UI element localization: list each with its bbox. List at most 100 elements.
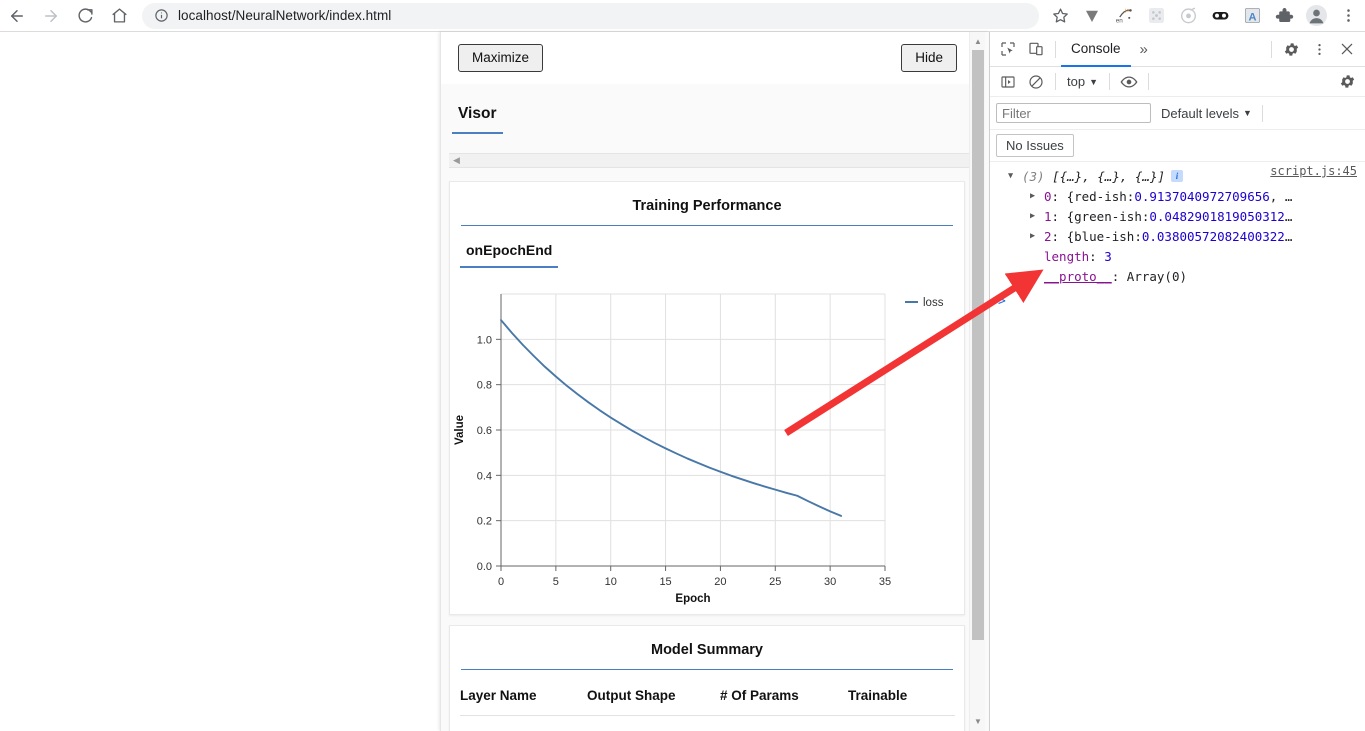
svg-text:A: A: [1248, 11, 1256, 23]
clear-console-icon[interactable]: [1022, 68, 1050, 96]
visor-vertical-scrollbar[interactable]: ▲ ▼: [969, 32, 985, 731]
caret-up-icon[interactable]: ▲: [970, 33, 986, 50]
gear-icon[interactable]: [1277, 35, 1305, 63]
log-source-link[interactable]: script.js:45: [1270, 164, 1357, 178]
svg-text:0.4: 0.4: [477, 470, 492, 482]
entry-value: 0.0482901819050312: [1149, 208, 1285, 224]
training-performance-title: Training Performance: [461, 182, 953, 226]
console-settings-gear-icon[interactable]: [1333, 68, 1361, 96]
chrome-menu-icon[interactable]: [1333, 1, 1363, 31]
model-summary-column-header: # Of Params: [720, 684, 848, 716]
model-summary-header-row: Layer Name Output Shape # Of Params Trainab…: [460, 684, 955, 716]
chevron-double-right-icon[interactable]: »: [1131, 32, 1157, 67]
kebab-menu-icon[interactable]: [1305, 35, 1333, 63]
device-toolbar-icon[interactable]: [1022, 35, 1050, 63]
log-levels-dropdown[interactable]: Default levels ▼: [1161, 106, 1252, 121]
target-extension-icon[interactable]: [1173, 1, 1203, 31]
console-sidebar-icon[interactable]: [994, 68, 1022, 96]
tab-onepochend[interactable]: onEpochEnd: [460, 242, 559, 268]
log-length-row: length : 3: [1044, 248, 1112, 264]
inspect-element-icon[interactable]: [994, 35, 1022, 63]
star-icon[interactable]: [1045, 1, 1075, 31]
caret-left-icon[interactable]: ◀: [453, 156, 460, 165]
devtools-panel: Console » top ▼ Filter Default levels ▼ …: [989, 32, 1365, 731]
context-selector[interactable]: top ▼: [1061, 74, 1104, 89]
log-proto-row[interactable]: ▶ __proto__ : Array(0): [990, 266, 1365, 286]
svg-text:0.0: 0.0: [477, 561, 492, 573]
chart-axes: [496, 294, 886, 571]
options-divider-1: [1055, 73, 1056, 90]
log-entry-row[interactable]: ▶ 1: {green-ish: 0.0482901819050312…: [990, 206, 1365, 226]
svg-text:35: 35: [879, 576, 891, 588]
tab-console[interactable]: Console: [1061, 32, 1131, 67]
caret-down-icon: ▼: [1243, 108, 1252, 118]
entry-value: 0.9137040972709656: [1134, 188, 1270, 204]
forward-icon[interactable]: [34, 1, 68, 31]
disclosure-triangle-open-icon[interactable]: ▼: [1008, 171, 1019, 181]
proto-key[interactable]: __proto__: [1044, 269, 1112, 284]
back-icon[interactable]: [0, 1, 34, 31]
close-icon[interactable]: [1333, 35, 1361, 63]
log-entry-row[interactable]: ▶ 2: {blue-ish: 0.03800572082400322…: [990, 226, 1365, 246]
model-summary-column-header: Output Shape: [587, 684, 720, 716]
log-entry-list: ▶ 0: {red-ish: 0.9137040972709656, … ▶ 1: {…: [990, 186, 1365, 246]
reload-icon[interactable]: [68, 1, 102, 31]
toolbar-divider: [1055, 40, 1056, 58]
svg-text:0: 0: [498, 576, 504, 588]
svg-text:15: 15: [659, 576, 671, 588]
live-expression-eye-icon[interactable]: [1115, 68, 1143, 96]
no-issues-button[interactable]: No Issues: [996, 134, 1074, 157]
a-extension-icon[interactable]: A: [1237, 1, 1267, 31]
browser-toolbar: localhost/NeuralNetwork/index.html en ja: [0, 0, 1365, 32]
puzzle-extensions-icon[interactable]: [1269, 1, 1299, 31]
entry-value: 0.03800572082400322: [1141, 228, 1285, 244]
page-info-icon[interactable]: [154, 8, 169, 23]
console-filter-row: Default levels ▼: [990, 97, 1365, 130]
model-summary-column-header: Layer Name: [460, 684, 587, 716]
disclosure-triangle-icon[interactable]: ▶: [1030, 271, 1041, 281]
log-levels-label: Default levels: [1161, 105, 1240, 121]
filter-input[interactable]: [996, 103, 1151, 123]
entry-index: 1: [1044, 208, 1052, 224]
vimium-v-icon[interactable]: [1077, 1, 1107, 31]
entry-ellipsis: …: [1284, 228, 1293, 244]
prompt-caret-icon: >: [998, 293, 1006, 309]
console-input-prompt[interactable]: >: [990, 290, 1365, 312]
array-count: (3): [1022, 168, 1045, 184]
hide-button[interactable]: Hide: [901, 43, 957, 73]
entry-key: : {red-ish:: [1051, 188, 1135, 204]
svg-text:30: 30: [824, 576, 836, 588]
en-translate-icon[interactable]: en ja: [1109, 1, 1139, 31]
visor-scroll-thumb[interactable]: [972, 50, 984, 640]
maximize-button[interactable]: Maximize: [458, 43, 544, 73]
console-options-bar: top ▼: [990, 67, 1365, 97]
visor-horizontal-scrollbar[interactable]: ◀ ▶: [449, 153, 983, 168]
console-log-output: script.js:45 ▼ (3) [{…}, {…}, {…}] i ▶ 0:…: [990, 162, 1365, 312]
dark-reader-icon[interactable]: [1205, 1, 1235, 31]
filter-divider: [1261, 104, 1263, 122]
options-divider-2: [1109, 73, 1110, 90]
home-icon[interactable]: [102, 1, 136, 31]
profile-avatar-icon[interactable]: [1301, 1, 1331, 31]
disclosure-triangle-icon[interactable]: ▶: [1030, 211, 1041, 221]
disclosure-triangle-icon[interactable]: ▶: [1030, 191, 1041, 201]
entry-key: : {blue-ish:: [1051, 228, 1142, 244]
toolbar-divider-right: [1271, 40, 1272, 58]
chart-series: [500, 319, 843, 517]
svg-text:Value: Value: [454, 415, 466, 445]
model-summary-table: Layer Name Output Shape # Of Params Trainab…: [460, 684, 955, 716]
svg-text:0.6: 0.6: [477, 425, 492, 437]
disclosure-triangle-icon[interactable]: ▶: [1030, 231, 1041, 241]
svg-text:loss: loss: [923, 297, 944, 309]
caret-down-icon[interactable]: ▼: [970, 713, 986, 730]
svg-text:5: 5: [553, 576, 559, 588]
svg-text:en: en: [1115, 18, 1123, 25]
address-bar[interactable]: localhost/NeuralNetwork/index.html: [142, 2, 1039, 29]
model-summary-column-header: Trainable: [848, 684, 955, 716]
log-entry-row[interactable]: ▶ 0: {red-ish: 0.9137040972709656, …: [990, 186, 1365, 206]
model-summary-title: Model Summary: [461, 626, 953, 670]
svg-text:1.0: 1.0: [477, 334, 492, 346]
grid-extension-icon[interactable]: [1141, 1, 1171, 31]
tab-visor[interactable]: Visor: [452, 105, 503, 134]
info-badge-icon[interactable]: i: [1171, 170, 1183, 182]
